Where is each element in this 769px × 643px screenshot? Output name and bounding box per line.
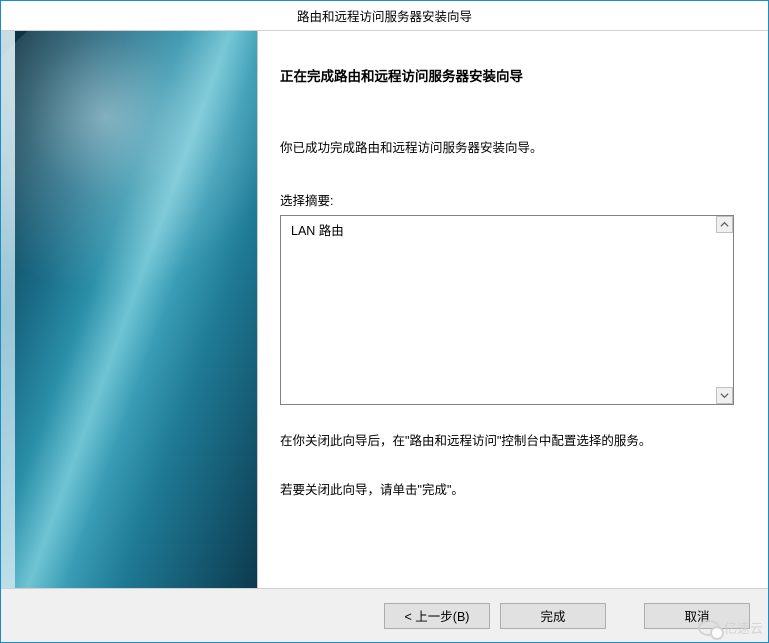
side-strip [1,31,15,588]
summary-textbox[interactable]: LAN 路由 [280,215,734,405]
summary-text: LAN 路由 [291,224,344,238]
wizard-content: 正在完成路由和远程访问服务器安装向导 你已成功完成路由和远程访问服务器安装向导。… [258,31,768,588]
back-button[interactable]: < 上一步(B) [384,603,490,629]
chevron-up-icon [720,220,729,229]
scroll-down-button[interactable] [716,387,733,404]
finish-button[interactable]: 完成 [500,603,606,629]
scroll-up-button[interactable] [716,216,733,233]
cancel-button[interactable]: 取消 [644,603,750,629]
summary-label: 选择摘要: [280,190,734,209]
wizard-window: 路由和远程访问服务器安装向导 正在完成路由和远程访问服务器安装向导 你已成功完成… [0,0,769,643]
wizard-body: 正在完成路由和远程访问服务器安装向导 你已成功完成路由和远程访问服务器安装向导。… [1,31,768,588]
wizard-footer: < 上一步(B) 完成 取消 [1,588,768,642]
summary-scrollbar [716,216,733,404]
close-instruction: 若要关闭此向导，请单击"完成"。 [280,480,734,500]
summary-box-wrap: LAN 路由 [280,215,734,405]
window-title: 路由和远程访问服务器安装向导 [297,6,472,25]
wizard-heading: 正在完成路由和远程访问服务器安装向导 [280,65,734,85]
wizard-side-graphic [1,31,258,588]
titlebar: 路由和远程访问服务器安装向导 [1,1,768,31]
completion-message: 你已成功完成路由和远程访问服务器安装向导。 [280,137,734,156]
chevron-down-icon [720,391,729,400]
post-close-instruction: 在你关闭此向导后，在"路由和远程访问"控制台中配置选择的服务。 [280,429,734,454]
